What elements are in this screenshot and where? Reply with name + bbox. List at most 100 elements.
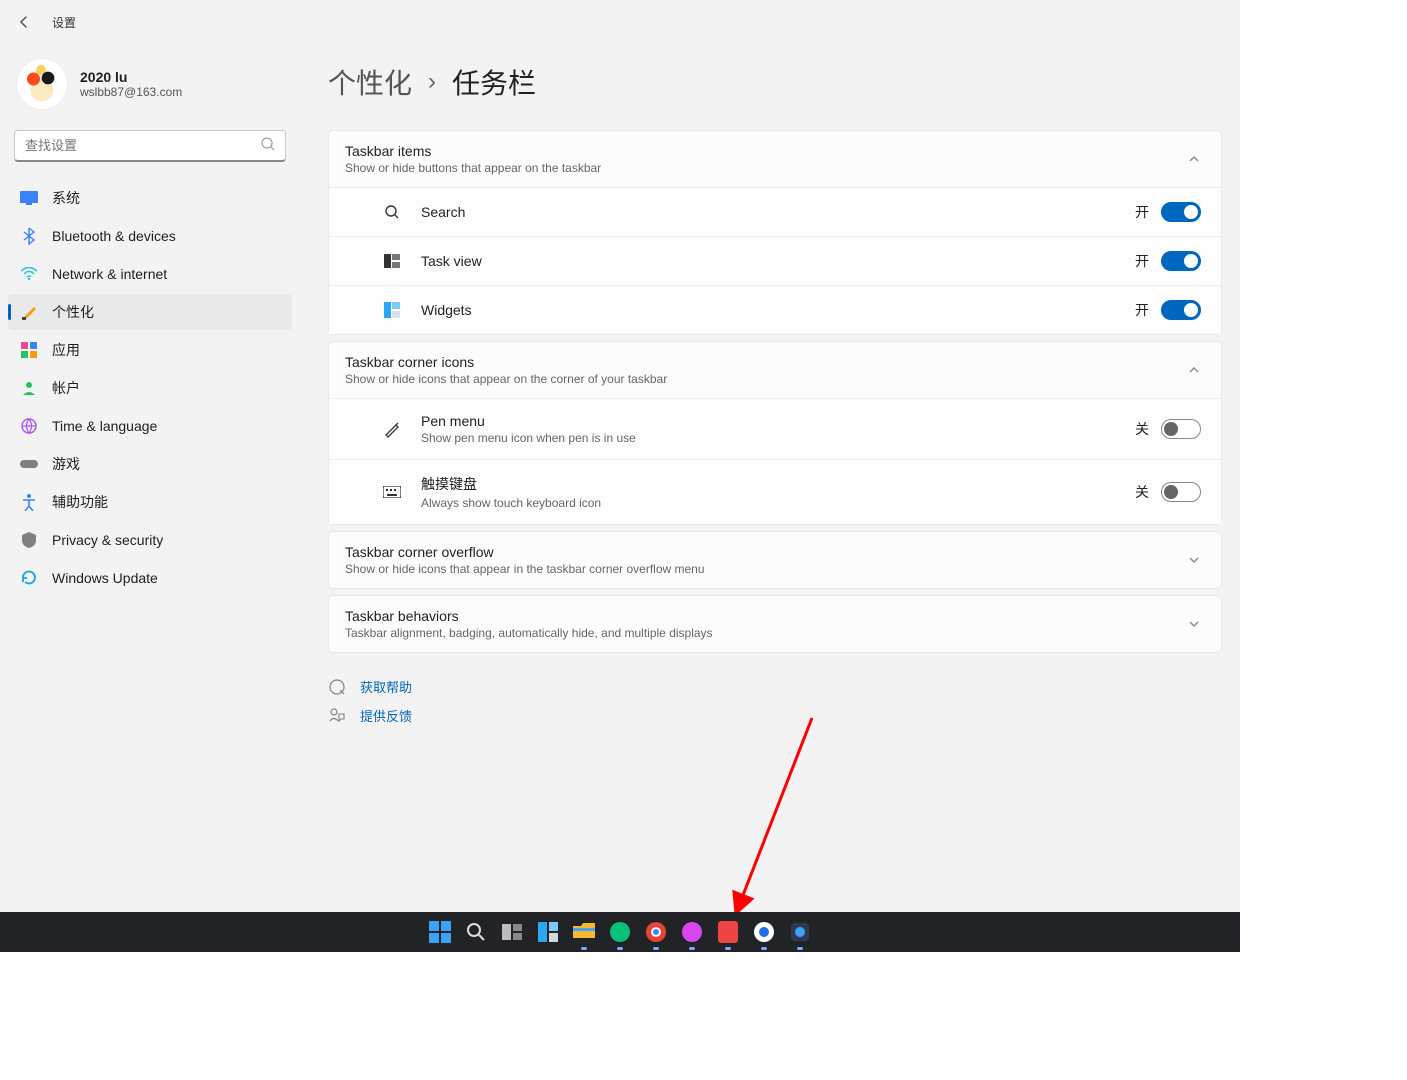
toggle-widgets[interactable] <box>1161 300 1201 320</box>
taskbar-app-icon[interactable] <box>714 918 742 946</box>
nav-label: Windows Update <box>52 570 158 586</box>
section-title: Taskbar behaviors <box>345 608 713 624</box>
nav-account[interactable]: 帐户 <box>8 370 292 406</box>
profile-block[interactable]: 2020 lu wslbb87@163.com <box>4 50 296 128</box>
toggle-state: 关 <box>1135 419 1149 439</box>
nav-apps[interactable]: 应用 <box>8 332 292 368</box>
search-input[interactable] <box>14 130 286 162</box>
card-taskbar-items: Taskbar items Show or hide buttons that … <box>328 130 1222 335</box>
taskbar-chrome-icon[interactable] <box>642 918 670 946</box>
toggle-pen-menu[interactable] <box>1161 419 1201 439</box>
breadcrumb-current: 任务栏 <box>452 62 536 102</box>
back-button[interactable] <box>8 6 40 38</box>
nav-personalization[interactable]: 个性化 <box>8 294 292 330</box>
taskbar-app-icon[interactable] <box>606 918 634 946</box>
nav-gaming[interactable]: 游戏 <box>8 446 292 482</box>
nav-time-language[interactable]: Time & language <box>8 408 292 444</box>
update-icon <box>20 569 38 587</box>
nav-label: Privacy & security <box>52 532 163 548</box>
nav-bluetooth[interactable]: Bluetooth & devices <box>8 218 292 254</box>
card-overflow[interactable]: Taskbar corner overflow Show or hide ico… <box>328 531 1222 589</box>
nav-label: Network & internet <box>52 266 167 282</box>
section-subtitle: Show or hide icons that appear on the co… <box>345 372 667 386</box>
outside-area-right <box>1240 0 1407 1080</box>
sidebar: 2020 lu wslbb87@163.com 系统 <box>0 44 300 912</box>
chevron-right-icon: › <box>428 68 436 96</box>
feedback-icon <box>328 707 346 725</box>
arrow-left-icon <box>16 14 32 30</box>
search-icon <box>383 203 401 221</box>
toggle-state: 关 <box>1135 482 1149 502</box>
nav-label: Time & language <box>52 418 157 434</box>
taskbar-widgets-icon[interactable] <box>534 918 562 946</box>
section-header-corner-icons[interactable]: Taskbar corner icons Show or hide icons … <box>329 342 1221 398</box>
breadcrumb: 个性化 › 任务栏 <box>328 62 1222 102</box>
chevron-up-icon <box>1187 363 1201 377</box>
window-title: 设置 <box>52 14 76 31</box>
apps-icon <box>20 341 38 359</box>
chevron-down-icon <box>1187 617 1201 631</box>
nav-label: 个性化 <box>52 302 94 322</box>
card-behaviors[interactable]: Taskbar behaviors Taskbar alignment, bad… <box>328 595 1222 653</box>
avatar <box>16 58 68 110</box>
section-subtitle: Show or hide icons that appear in the ta… <box>345 562 705 576</box>
profile-email: wslbb87@163.com <box>80 85 182 99</box>
section-subtitle: Taskbar alignment, badging, automaticall… <box>345 626 713 640</box>
nav-label: 系统 <box>52 188 80 208</box>
profile-name: 2020 lu <box>80 69 182 85</box>
keyboard-icon <box>383 483 401 501</box>
breadcrumb-parent[interactable]: 个性化 <box>328 62 412 102</box>
section-subtitle: Show or hide buttons that appear on the … <box>345 161 601 175</box>
taskbar[interactable] <box>0 912 1240 952</box>
taskbar-app-icon[interactable] <box>750 918 778 946</box>
taskview-icon <box>383 252 401 270</box>
titlebar: 设置 <box>0 0 1240 44</box>
gamepad-icon <box>20 455 38 473</box>
row-label: Pen menu <box>421 413 636 429</box>
search-icon <box>260 136 276 152</box>
row-label: Widgets <box>421 302 472 318</box>
globe-icon <box>20 417 38 435</box>
toggle-taskview[interactable] <box>1161 251 1201 271</box>
app-body: 2020 lu wslbb87@163.com 系统 <box>0 44 1240 912</box>
nav-label: 应用 <box>52 340 80 360</box>
taskbar-app-icon[interactable] <box>678 918 706 946</box>
help-icon <box>328 678 346 696</box>
section-header-taskbar-items[interactable]: Taskbar items Show or hide buttons that … <box>329 131 1221 187</box>
help-feedback-link[interactable]: 提供反馈 <box>360 706 412 725</box>
help-get-link[interactable]: 获取帮助 <box>360 677 412 696</box>
nav-privacy[interactable]: Privacy & security <box>8 522 292 558</box>
row-taskview: Task view 开 <box>329 236 1221 285</box>
row-label: 触摸键盘 <box>421 474 601 494</box>
card-corner-icons: Taskbar corner icons Show or hide icons … <box>328 341 1222 525</box>
taskbar-app-icon[interactable] <box>786 918 814 946</box>
row-sublabel: Show pen menu icon when pen is in use <box>421 431 636 445</box>
nav-accessibility[interactable]: 辅助功能 <box>8 484 292 520</box>
toggle-state: 开 <box>1135 202 1149 222</box>
toggle-search[interactable] <box>1161 202 1201 222</box>
row-label: Search <box>421 204 465 220</box>
help-feedback[interactable]: 提供反馈 <box>328 706 1222 725</box>
nav-network[interactable]: Network & internet <box>8 256 292 292</box>
toggle-state: 开 <box>1135 251 1149 271</box>
taskbar-search-icon[interactable] <box>462 918 490 946</box>
wifi-icon <box>20 265 38 283</box>
section-title: Taskbar corner overflow <box>345 544 705 560</box>
person-icon <box>20 379 38 397</box>
nav-windows-update[interactable]: Windows Update <box>8 560 292 596</box>
taskbar-taskview-icon[interactable] <box>498 918 526 946</box>
section-title: Taskbar corner icons <box>345 354 667 370</box>
nav-system[interactable]: 系统 <box>8 180 292 216</box>
help-links: 获取帮助 提供反馈 <box>328 659 1222 725</box>
bluetooth-icon <box>20 227 38 245</box>
row-search: Search 开 <box>329 187 1221 236</box>
shield-icon <box>20 531 38 549</box>
nav-label: 辅助功能 <box>52 492 108 512</box>
row-touch-keyboard: 触摸键盘 Always show touch keyboard icon 关 <box>329 459 1221 524</box>
help-get[interactable]: 获取帮助 <box>328 677 1222 696</box>
nav-list: 系统 Bluetooth & devices Network & interne… <box>4 180 296 596</box>
monitor-icon <box>20 189 38 207</box>
taskbar-start-icon[interactable] <box>426 918 454 946</box>
taskbar-explorer-icon[interactable] <box>570 918 598 946</box>
toggle-touch-keyboard[interactable] <box>1161 482 1201 502</box>
